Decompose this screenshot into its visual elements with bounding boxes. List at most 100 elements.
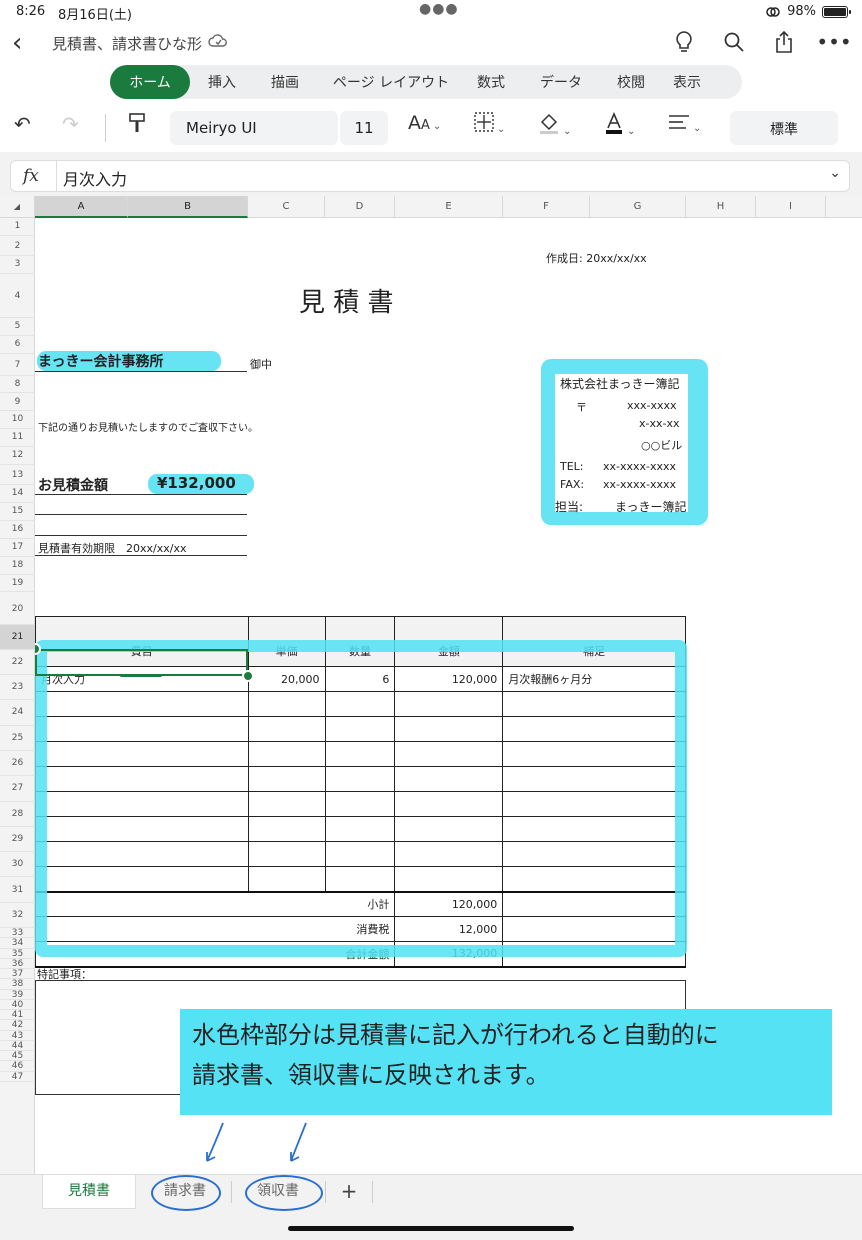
cell-quantity[interactable] [324, 741, 396, 767]
subtotal-remarks[interactable] [502, 890, 686, 917]
select-all-corner[interactable]: ◢ [0, 196, 35, 218]
cell-amount[interactable]: 120,000 [394, 666, 504, 692]
total-remarks[interactable] [502, 941, 686, 968]
cell-item[interactable] [35, 866, 249, 892]
multitasking-dots-icon[interactable]: ●●● [419, 1, 459, 17]
cloud-sync-icon[interactable] [208, 32, 228, 50]
cell-quantity[interactable] [324, 866, 396, 892]
cell-quantity[interactable] [324, 841, 396, 867]
row-header[interactable]: 4 [0, 274, 35, 318]
search-icon[interactable] [720, 28, 748, 56]
tab-draw[interactable]: 描画 [254, 65, 316, 99]
cell-remarks[interactable] [502, 766, 686, 792]
cell-quantity[interactable] [324, 791, 396, 817]
row-header[interactable]: 14 [0, 485, 35, 503]
cell-remarks[interactable] [502, 691, 686, 717]
font-name-field[interactable]: Meiryo UI [170, 111, 338, 145]
cell-unit-price[interactable] [247, 841, 326, 867]
tab-page-layout[interactable]: ページ レイアウト [316, 65, 466, 99]
tab-view[interactable]: 表示 [656, 65, 718, 99]
row-header[interactable]: 44 [0, 1041, 35, 1052]
row-header[interactable]: 12 [0, 447, 35, 466]
row-header[interactable]: 30 [0, 852, 35, 878]
tab-insert[interactable]: 挿入 [190, 65, 254, 99]
column-header-g[interactable]: G [590, 196, 686, 218]
row-header[interactable]: 32 [0, 903, 35, 929]
tab-formulas[interactable]: 数式 [466, 65, 516, 99]
row-header[interactable]: 18 [0, 557, 35, 575]
row-header[interactable]: 31 [0, 878, 35, 903]
row-header[interactable]: 22 [0, 650, 35, 676]
chevron-down-icon[interactable]: ⌄ [829, 165, 841, 181]
tab-data[interactable]: データ [516, 65, 606, 99]
cell-amount[interactable] [394, 791, 504, 817]
more-options-icon[interactable]: ••• [816, 28, 851, 56]
column-header-f[interactable]: F [503, 196, 590, 218]
cell-remarks[interactable] [502, 841, 686, 867]
row-header[interactable]: 39 [0, 990, 35, 1000]
cell-quantity[interactable] [324, 816, 396, 842]
column-header-h[interactable]: H [686, 196, 756, 218]
row-header[interactable]: 28 [0, 802, 35, 827]
number-format-field[interactable]: 標準 [730, 111, 838, 145]
row-header[interactable]: 38 [0, 979, 35, 990]
row-header[interactable]: 11 [0, 429, 35, 448]
cell-remarks[interactable] [502, 816, 686, 842]
row-header[interactable]: 26 [0, 751, 35, 777]
row-header[interactable]: 19 [0, 575, 35, 593]
cell-item[interactable] [35, 766, 249, 792]
worksheet[interactable]: 作成日: 20xx/xx/xx 見 積 書 まっきー会計事務所 御中 下記の通り… [35, 218, 862, 1174]
fill-color-icon[interactable]: ⌄ [538, 112, 571, 139]
row-header[interactable]: 6 [0, 336, 35, 354]
cell-amount[interactable] [394, 716, 504, 742]
row-header[interactable]: 40 [0, 1000, 35, 1011]
cell-remarks[interactable] [502, 741, 686, 767]
cell-item[interactable] [35, 816, 249, 842]
back-chevron-icon[interactable]: ‹ [12, 28, 22, 58]
row-header[interactable]: 5 [0, 318, 35, 336]
sheet-tab-quote[interactable]: 見積書 [42, 1175, 136, 1209]
row-header[interactable]: 17 [0, 539, 35, 557]
font-size-field[interactable]: 11 [340, 111, 388, 145]
cell-unit-price[interactable] [247, 766, 326, 792]
function-icon[interactable]: fx [23, 166, 39, 186]
row-header[interactable]: 3 [0, 256, 35, 274]
row-header[interactable]: 16 [0, 521, 35, 539]
row-header[interactable]: 9 [0, 394, 35, 412]
column-header-i[interactable]: I [756, 196, 826, 218]
cell-item[interactable] [35, 841, 249, 867]
cell-unit-price[interactable] [247, 791, 326, 817]
tax-remarks[interactable] [502, 916, 686, 942]
row-header[interactable]: 47 [0, 1072, 35, 1082]
row-header[interactable]: 36 [0, 959, 35, 970]
row-header[interactable]: 25 [0, 726, 35, 751]
row-header[interactable]: 37 [0, 969, 35, 980]
tax-value[interactable]: 12,000 [394, 916, 504, 942]
cell-remarks[interactable] [502, 716, 686, 742]
cell-amount[interactable] [394, 816, 504, 842]
tab-review[interactable]: 校閲 [606, 65, 656, 99]
total-value[interactable]: 132,000 [394, 941, 504, 968]
row-header[interactable]: 7 [0, 354, 35, 376]
row-header[interactable]: 21 [0, 624, 35, 650]
row-header[interactable]: 41 [0, 1010, 35, 1021]
column-header-b[interactable]: B [128, 196, 248, 218]
column-header-e[interactable]: E [395, 196, 503, 218]
column-header-c[interactable]: C [248, 196, 325, 218]
borders-icon[interactable]: ⌄ [474, 112, 505, 137]
format-painter-icon[interactable] [128, 112, 146, 139]
cell-amount[interactable] [394, 766, 504, 792]
selection-drag-bar[interactable] [120, 674, 162, 677]
row-header[interactable]: 29 [0, 827, 35, 853]
cell-item[interactable] [35, 791, 249, 817]
row-header[interactable]: 42 [0, 1020, 35, 1031]
selection-handle-bottom[interactable] [242, 670, 254, 682]
cell-quantity[interactable] [324, 766, 396, 792]
row-header[interactable]: 15 [0, 503, 35, 521]
cell-remarks[interactable] [502, 791, 686, 817]
row-header[interactable]: 45 [0, 1051, 35, 1062]
cell-quantity[interactable]: 6 [324, 666, 396, 692]
cell-unit-price[interactable] [247, 816, 326, 842]
share-icon[interactable] [770, 28, 798, 56]
subtotal-value[interactable]: 120,000 [394, 890, 504, 917]
